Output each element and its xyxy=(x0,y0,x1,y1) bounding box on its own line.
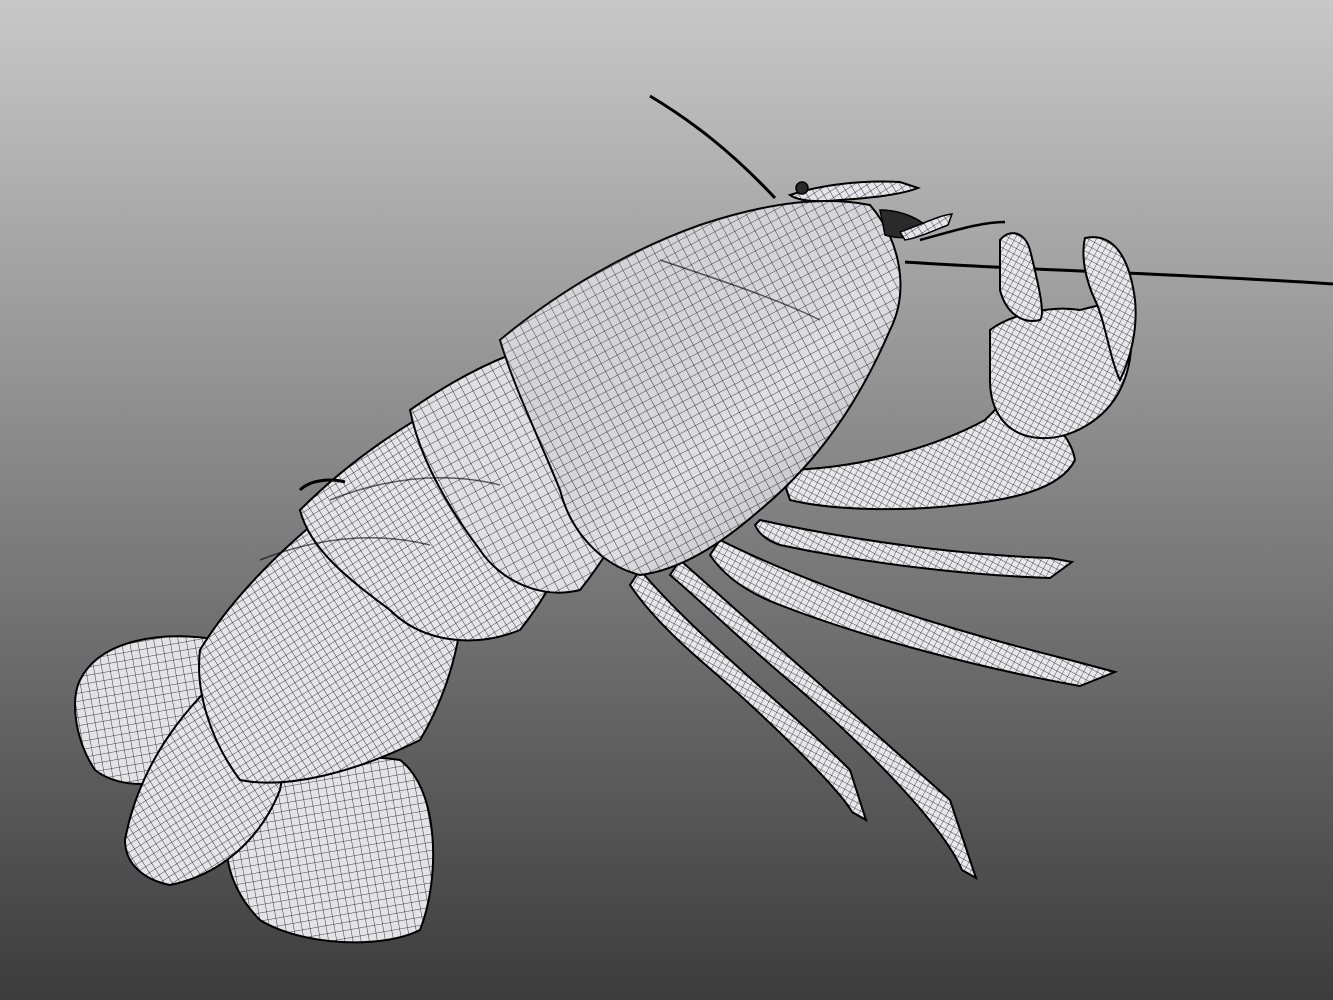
3d-viewport[interactable] xyxy=(0,0,1333,1000)
wireframe-render xyxy=(0,0,1333,1000)
